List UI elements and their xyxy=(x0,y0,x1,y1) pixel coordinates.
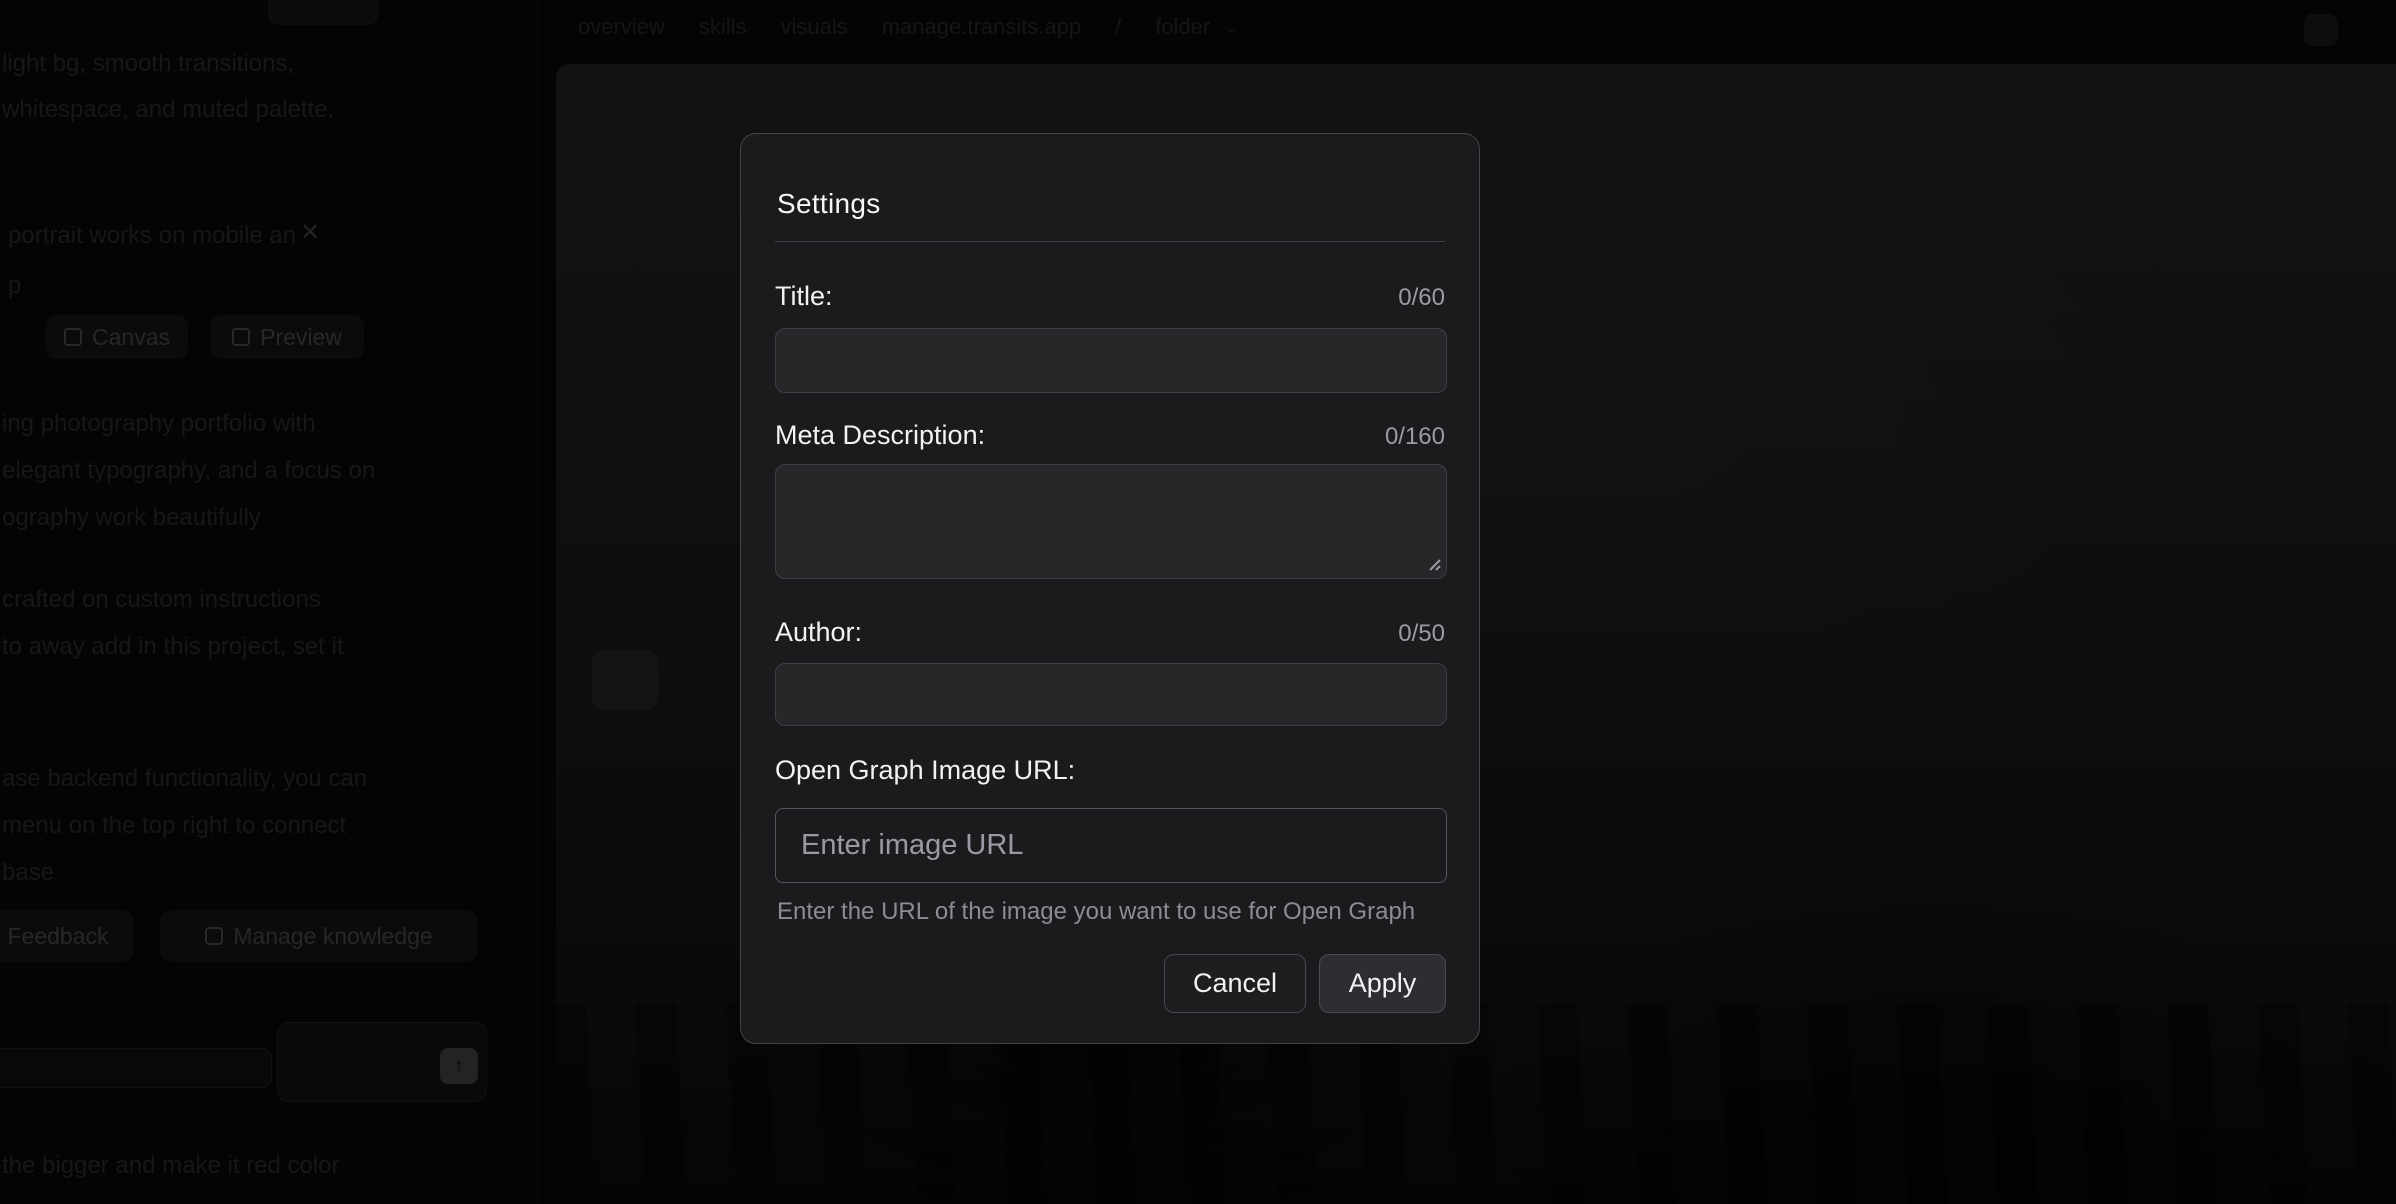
cancel-button[interactable]: Cancel xyxy=(1164,954,1306,1013)
meta-description-label: Meta Description: xyxy=(775,420,985,451)
meta-description-textarea[interactable] xyxy=(775,464,1447,579)
divider xyxy=(775,241,1445,242)
author-label: Author: xyxy=(775,617,862,648)
settings-modal: Settings Title: 0/60 Meta Description: 0… xyxy=(740,133,1480,1044)
modal-actions: Cancel Apply xyxy=(1164,954,1446,1013)
meta-description-counter: 0/160 xyxy=(1385,423,1445,451)
author-input[interactable] xyxy=(775,663,1447,726)
og-image-url-label: Open Graph Image URL: xyxy=(775,755,1075,786)
title-label: Title: xyxy=(775,281,833,312)
title-input[interactable] xyxy=(775,328,1447,393)
og-image-url-input[interactable] xyxy=(775,808,1447,883)
author-counter: 0/50 xyxy=(1398,620,1445,648)
modal-title: Settings xyxy=(777,187,881,221)
apply-button[interactable]: Apply xyxy=(1319,954,1446,1013)
og-image-url-helper: Enter the URL of the image you want to u… xyxy=(777,898,1415,926)
title-counter: 0/60 xyxy=(1398,284,1445,312)
app-root: overview skills visuals manage.transits.… xyxy=(0,0,2396,1204)
